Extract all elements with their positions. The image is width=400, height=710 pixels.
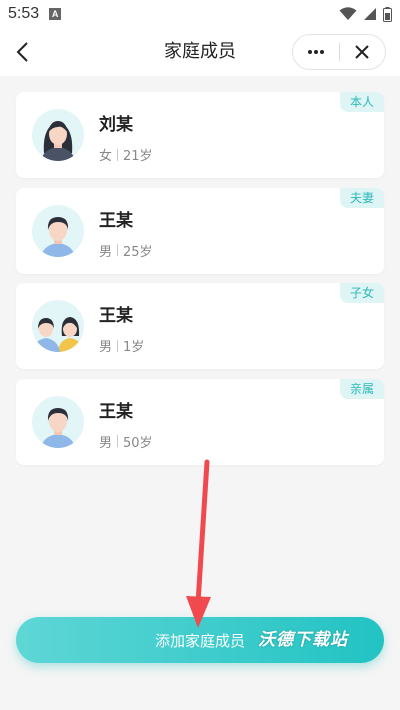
close-button[interactable] [339,35,385,69]
member-info: 男 25岁 [99,241,153,260]
relation-badge: 子女 [339,283,384,303]
member-info: 男 50岁 [99,432,153,451]
member-card[interactable]: 王某 男 50岁 亲属 [16,378,384,465]
member-name: 王某 [99,401,133,422]
female-avatar-icon [32,109,84,161]
status-icons [339,6,392,22]
member-info: 女 21岁 [99,145,153,164]
male-avatar-icon [32,204,84,257]
status-bar: 5:53 A [0,0,400,28]
relation-badge: 夫妻 [339,187,384,208]
children-avatar-icon [32,300,84,352]
member-info: 男 1岁 [99,336,144,355]
member-card[interactable]: 刘某 女 21岁 本人 [16,92,384,178]
member-gender: 男 [99,435,113,451]
info-divider [117,339,119,352]
member-card[interactable]: 王某 男 1岁 子女 [16,283,384,369]
battery-icon [383,6,392,22]
member-gender: 女 [99,149,113,164]
info-divider [117,435,119,447]
mini-program-capsule [292,34,386,70]
close-icon [355,45,369,59]
member-age: 25岁 [123,244,153,260]
back-button[interactable] [12,40,36,64]
male-avatar-icon [32,395,84,448]
signal-icon [364,8,376,20]
info-divider [117,244,119,256]
member-age: 21岁 [123,149,153,164]
relation-badge: 亲属 [339,378,384,399]
member-gender: 男 [99,244,113,260]
more-dots-icon [307,50,324,54]
member-age: 1岁 [123,340,145,355]
member-age: 50岁 [123,435,153,451]
info-divider [117,148,119,161]
member-card[interactable]: 王某 男 25岁 夫妻 [16,187,384,274]
navigation-bar: 家庭成员 [0,28,400,76]
member-gender: 男 [99,340,113,355]
watermark: 沃德下载站 [258,630,348,650]
add-member-label: 添加家庭成员 [154,631,245,650]
status-time: 5:53 [8,5,40,22]
member-name: 王某 [99,210,133,231]
wifi-icon [339,7,357,20]
member-name: 刘某 [99,115,133,135]
member-list: 刘某 女 21岁 本人 王某 男 25岁 夫妻 王某 男 1岁 子女 王某 男 … [16,92,384,474]
notification-icon: A [49,8,62,20]
member-name: 王某 [99,306,133,326]
relation-badge: 本人 [339,92,384,112]
chevron-left-icon [16,42,28,62]
more-button[interactable] [293,35,339,69]
